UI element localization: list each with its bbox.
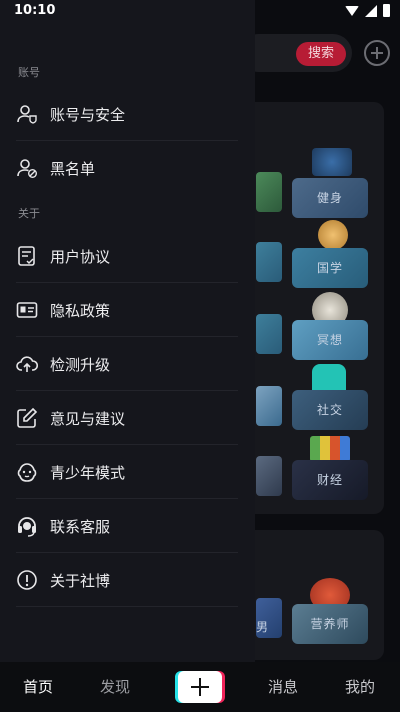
- divider: [16, 606, 238, 607]
- menu-item-label: 账号与安全: [50, 105, 126, 124]
- category-tile-nutritionist[interactable]: 营养师: [292, 604, 368, 644]
- category-tile-meditation[interactable]: 冥想: [292, 320, 368, 360]
- status-time: 10:10: [14, 3, 56, 18]
- section-label-account: 账号: [18, 66, 40, 79]
- info-icon: [16, 569, 38, 591]
- create-post-button[interactable]: [175, 671, 225, 703]
- menu-item-label: 意见与建议: [50, 409, 126, 428]
- finance-chart-icon: [310, 436, 350, 462]
- menu-item-user-agreement[interactable]: 用户协议: [0, 229, 255, 283]
- menu-item-label: 关于社博: [50, 571, 111, 590]
- category-tile-social[interactable]: 社交: [292, 390, 368, 430]
- menu-item-privacy-policy[interactable]: 隐私政策: [0, 283, 255, 337]
- settings-drawer: 10:10 账号 账号与安全 黑名单 关于 用户协议 隐私政策 检测升级 意见与…: [0, 0, 255, 662]
- battery-icon: [383, 4, 390, 17]
- add-circle-icon[interactable]: [364, 40, 390, 66]
- menu-item-label: 黑名单: [50, 159, 96, 178]
- menu-item-teen-mode[interactable]: 青少年模式: [0, 445, 255, 499]
- partial-tile-label: 男: [256, 620, 269, 634]
- search-button[interactable]: 搜索: [296, 42, 346, 66]
- section-label-about: 关于: [18, 207, 40, 220]
- partial-tile: [256, 242, 282, 282]
- tab-discover[interactable]: 发现: [100, 676, 130, 697]
- signal-icon: [365, 4, 377, 17]
- category-tile-fitness[interactable]: 健身: [292, 178, 368, 218]
- edit-icon: [16, 407, 38, 429]
- tab-home[interactable]: 首页: [23, 676, 53, 697]
- partial-tile: [256, 386, 282, 426]
- menu-item-blacklist[interactable]: 黑名单: [0, 141, 255, 195]
- fitness-icon: [312, 148, 352, 176]
- menu-item-account-security[interactable]: 账号与安全: [0, 87, 255, 141]
- menu-item-feedback[interactable]: 意见与建议: [0, 391, 255, 445]
- menu-item-contact-service[interactable]: 联系客服: [0, 499, 255, 553]
- scholar-icon: [318, 220, 348, 250]
- category-tile-finance[interactable]: 财经: [292, 460, 368, 500]
- plus-icon: [178, 671, 222, 703]
- menu-item-label: 用户协议: [50, 247, 111, 266]
- tab-me[interactable]: 我的: [345, 676, 375, 697]
- cloud-upload-icon: [16, 353, 38, 375]
- menu-item-label: 联系客服: [50, 517, 111, 536]
- menu-item-label: 检测升级: [50, 355, 111, 374]
- status-icons: [345, 4, 390, 17]
- kid-face-icon: [16, 461, 38, 483]
- menu-item-label: 隐私政策: [50, 301, 111, 320]
- partial-tile: [256, 314, 282, 354]
- menu-item-label: 青少年模式: [50, 463, 126, 482]
- menu-item-check-update[interactable]: 检测升级: [0, 337, 255, 391]
- wifi-icon: [345, 5, 359, 16]
- partial-tile: [256, 456, 282, 496]
- category-tile-guoxue[interactable]: 国学: [292, 248, 368, 288]
- menu-item-about[interactable]: 关于社博: [0, 553, 255, 607]
- partial-tile: [256, 172, 282, 212]
- user-block-icon: [16, 157, 38, 179]
- user-shield-icon: [16, 103, 38, 125]
- tab-messages[interactable]: 消息: [268, 676, 298, 697]
- headset-icon: [16, 515, 38, 537]
- document-check-icon: [16, 245, 38, 267]
- id-card-icon: [16, 299, 38, 321]
